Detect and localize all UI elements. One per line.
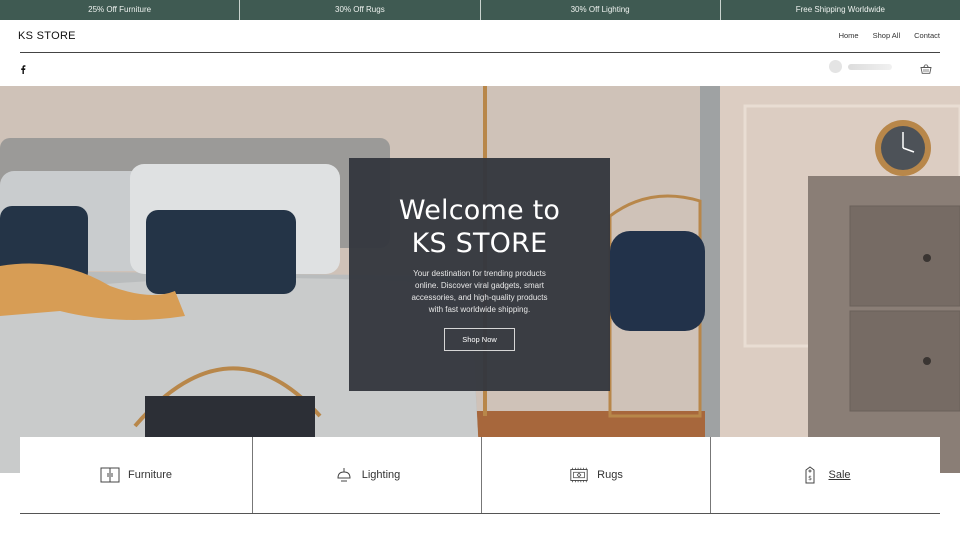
nav-shop-all[interactable]: Shop All	[873, 31, 901, 40]
lamp-icon	[334, 466, 354, 484]
welcome-panel: Welcome to KS STORE Your destination for …	[349, 158, 610, 391]
category-strip: Furniture Lighting Rugs $ Sale	[20, 437, 940, 514]
category-furniture[interactable]: Furniture	[20, 437, 253, 513]
category-label: Rugs	[597, 469, 623, 481]
avatar	[829, 60, 842, 73]
cabinet-icon	[100, 466, 120, 484]
main-nav: Home Shop All Contact	[839, 31, 940, 40]
hero-banner: Welcome to KS STORE Your destination for …	[0, 86, 960, 473]
promo-item-furniture: 25% Off Furniture	[0, 0, 241, 20]
category-label: Furniture	[127, 469, 173, 481]
category-lighting[interactable]: Lighting	[253, 437, 482, 513]
promo-item-lighting: 30% Off Lighting	[481, 0, 721, 20]
account-label-placeholder	[848, 63, 892, 70]
store-logo[interactable]: KS STORE	[18, 30, 76, 42]
promo-bar: 25% Off Furniture 30% Off Rugs 30% Off L…	[0, 0, 960, 20]
category-sale[interactable]: $ Sale	[711, 437, 940, 513]
category-rugs[interactable]: Rugs	[482, 437, 711, 513]
rug-icon	[569, 466, 589, 484]
promo-item-rugs: 30% Off Rugs	[240, 0, 481, 20]
shop-now-button[interactable]: Shop Now	[444, 328, 515, 351]
header-divider	[20, 52, 940, 53]
hero-title: Welcome to KS STORE	[398, 195, 561, 259]
category-label: Sale	[828, 469, 851, 481]
hero-description: Your destination for trending products o…	[411, 269, 548, 314]
facebook-icon[interactable]	[18, 64, 28, 74]
category-label: Lighting	[361, 469, 401, 481]
svg-text:$: $	[809, 475, 813, 482]
basket-icon[interactable]	[920, 62, 932, 74]
account-login[interactable]	[829, 60, 892, 73]
nav-contact[interactable]: Contact	[914, 31, 940, 40]
nav-home[interactable]: Home	[839, 31, 859, 40]
tag-icon: $	[800, 466, 820, 484]
promo-item-shipping: Free Shipping Worldwide	[795, 5, 885, 14]
